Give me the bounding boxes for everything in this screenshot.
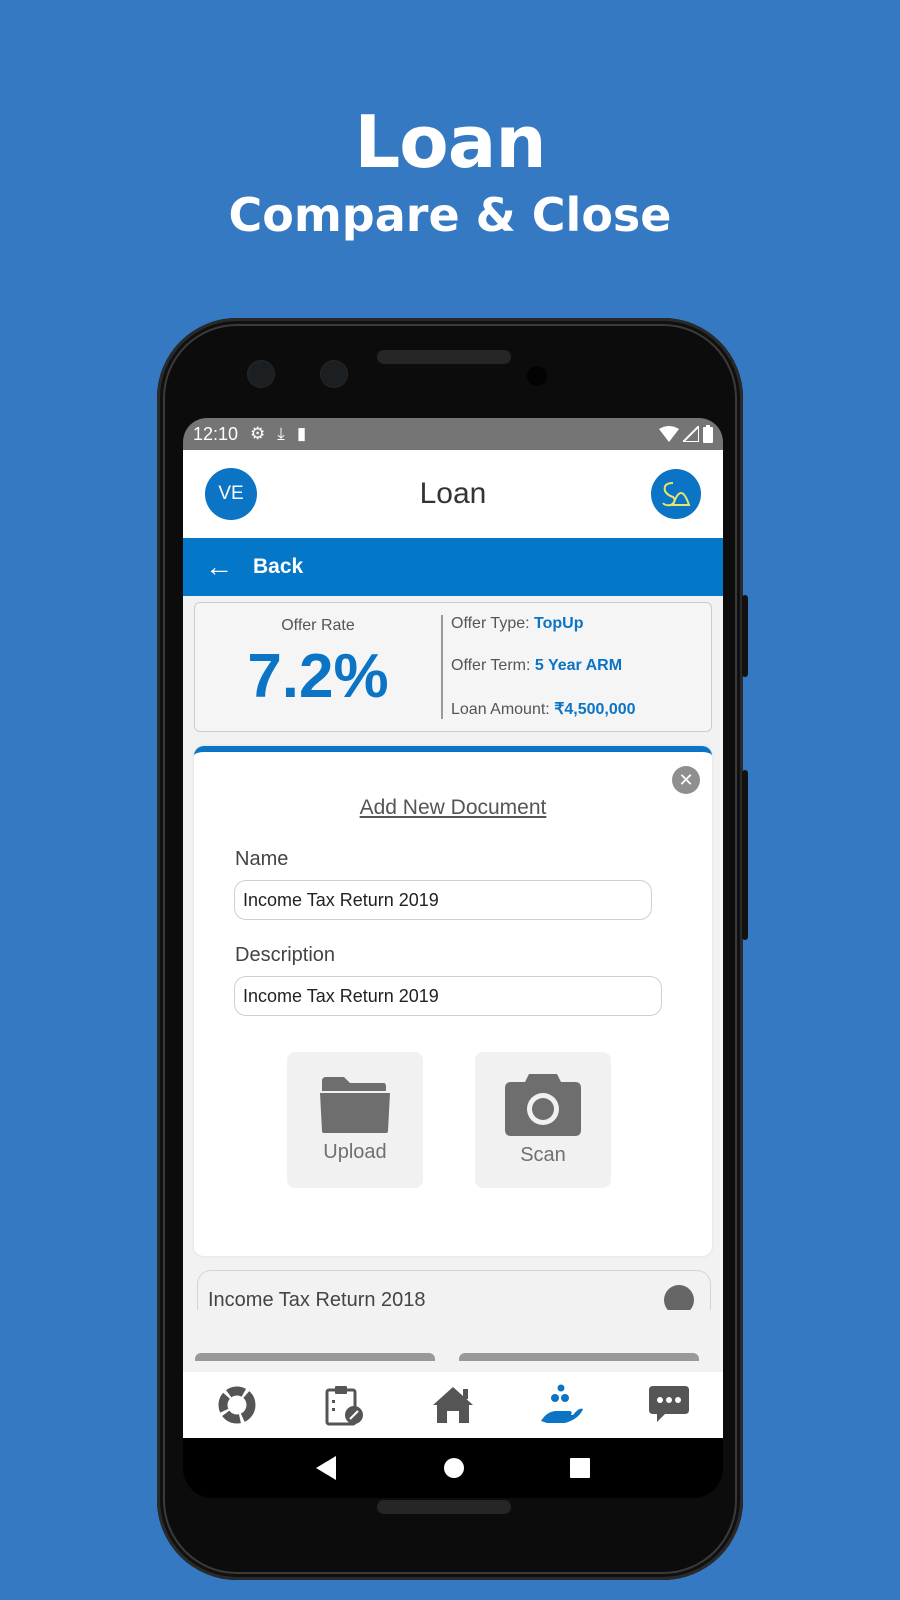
promo-title: Loan xyxy=(354,100,546,184)
dialog-title: Add New Document xyxy=(359,796,547,819)
volume-button xyxy=(742,770,748,940)
sd-card-icon: ▮ xyxy=(296,424,307,443)
offer-rate-label: Offer Rate xyxy=(281,617,355,634)
donut-chart-icon xyxy=(218,1386,256,1424)
loan-amount-value: ₹4,500,000 xyxy=(554,701,636,718)
loan-amount-label: Loan Amount: xyxy=(451,701,550,718)
nav-back-icon[interactable] xyxy=(315,1456,338,1480)
app-bar: VE Loan xyxy=(183,450,723,538)
signal-icon xyxy=(683,426,699,442)
promo-subtitle: Compare & Close xyxy=(228,188,672,242)
user-avatar[interactable]: VE xyxy=(205,468,257,520)
front-camera xyxy=(247,360,275,388)
card-stub xyxy=(195,1353,435,1361)
offer-details: Offer Type: TopUp Offer Term: 5 Year ARM… xyxy=(443,603,644,731)
back-label: Back xyxy=(253,555,304,578)
camera-icon xyxy=(505,1073,581,1136)
offer-card: Offer Rate 7.2% Offer Type: TopUp Offer … xyxy=(194,602,712,732)
system-nav-bar xyxy=(183,1438,723,1498)
document-list-item[interactable]: Income Tax Return 2018 xyxy=(197,1270,711,1310)
offer-type-label: Offer Type: xyxy=(451,615,530,632)
hand-coins-icon xyxy=(541,1384,583,1423)
document-name: Income Tax Return 2018 xyxy=(208,1289,426,1310)
brand-logo[interactable] xyxy=(651,469,701,519)
upload-button[interactable]: Upload xyxy=(287,1052,423,1188)
status-time: 12:10 xyxy=(193,423,239,444)
upload-label: Upload xyxy=(323,1140,387,1163)
back-button[interactable]: ← Back xyxy=(183,538,723,596)
close-button[interactable]: ✕ xyxy=(672,766,700,794)
tab-dashboard[interactable] xyxy=(207,1375,267,1435)
name-label: Name xyxy=(235,848,289,870)
phone-screen: 12:10 ⚙ ⤓ ▮ VE Loan ← Back Offer Rate 7.… xyxy=(183,418,723,1498)
offer-rate-section: Offer Rate 7.2% xyxy=(195,615,443,719)
loan-amount-row: Loan Amount: ₹4,500,000 xyxy=(451,699,636,719)
download-icon: ⤓ xyxy=(277,424,285,443)
wifi-icon xyxy=(659,426,679,442)
check-circle-icon xyxy=(664,1285,694,1310)
description-label: Description xyxy=(235,944,336,966)
content-area: Offer Rate 7.2% Offer Type: TopUp Offer … xyxy=(183,596,723,1372)
close-icon: ✕ xyxy=(678,769,694,790)
offer-term-value: 5 Year ARM xyxy=(534,657,623,674)
front-camera xyxy=(320,360,348,388)
folder-icon xyxy=(320,1076,390,1133)
proximity-sensor xyxy=(527,366,547,386)
nav-home-icon[interactable] xyxy=(443,1457,465,1479)
tab-messages[interactable] xyxy=(639,1375,699,1435)
add-document-dialog: ✕ Add New Document Name Description Uplo… xyxy=(194,746,712,1256)
offer-type-value: TopUp xyxy=(534,615,584,632)
clipboard-edit-icon xyxy=(325,1386,363,1426)
battery-icon xyxy=(703,425,713,443)
scan-button[interactable]: Scan xyxy=(475,1052,611,1188)
offer-term-row: Offer Term: 5 Year ARM xyxy=(451,657,636,675)
description-input[interactable] xyxy=(234,976,662,1016)
name-input[interactable] xyxy=(234,880,652,920)
tab-home[interactable] xyxy=(423,1375,483,1435)
tab-loans[interactable] xyxy=(531,1375,591,1435)
offer-type-row: Offer Type: TopUp xyxy=(451,615,636,633)
power-button xyxy=(742,595,748,677)
page-title: Loan xyxy=(419,477,487,510)
nav-recents-icon[interactable] xyxy=(570,1458,591,1478)
earpiece-speaker xyxy=(377,350,511,364)
home-icon xyxy=(433,1387,473,1423)
tab-tasks[interactable] xyxy=(315,1375,375,1435)
chat-bubble-icon xyxy=(649,1386,689,1422)
gear-icon: ⚙ xyxy=(250,424,266,443)
status-bar: 12:10 ⚙ ⤓ ▮ xyxy=(183,418,723,450)
offer-rate-value: 7.2% xyxy=(247,642,389,711)
arrow-left-icon: ← xyxy=(205,551,233,582)
card-stub xyxy=(459,1353,699,1361)
scan-label: Scan xyxy=(520,1143,566,1166)
bottom-speaker xyxy=(377,1500,511,1514)
logo-icon xyxy=(662,482,691,507)
offer-term-label: Offer Term: xyxy=(451,657,531,674)
bottom-tab-bar xyxy=(183,1372,723,1438)
